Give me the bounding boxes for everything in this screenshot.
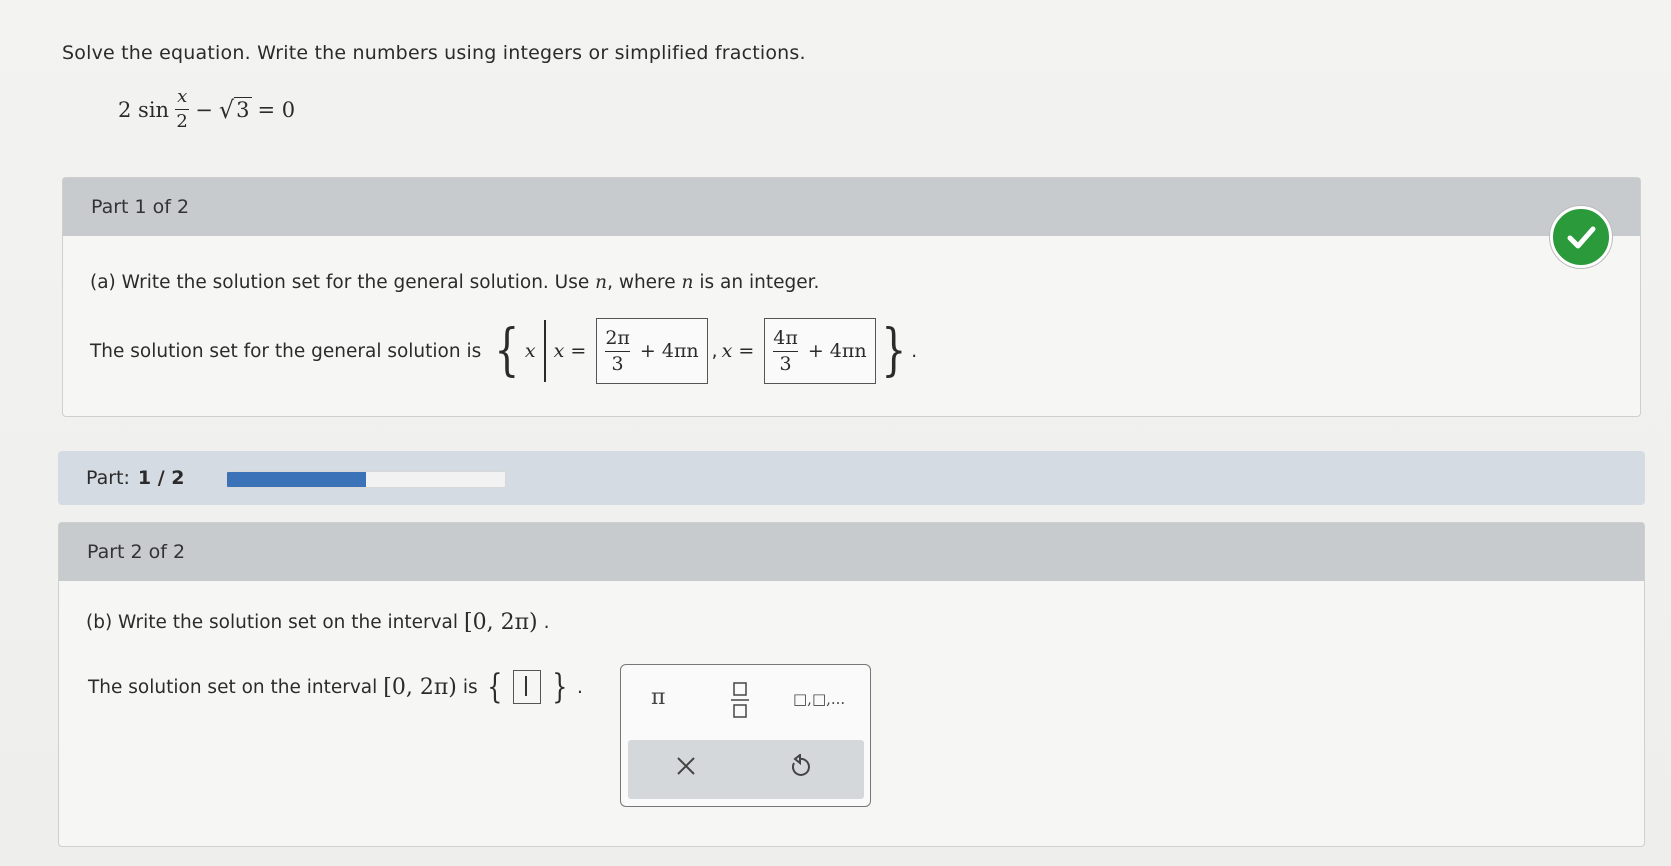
set-builder-bar bbox=[543, 320, 546, 382]
left-brace-icon: { bbox=[494, 318, 520, 383]
equation-minus: − bbox=[195, 97, 213, 122]
answer1-num: 2π bbox=[605, 326, 630, 349]
answer2-tail: + 4πn bbox=[807, 340, 867, 362]
answer-box-2[interactable]: 4π 3 + 4πn bbox=[764, 318, 876, 384]
interval-solution-line: The solution set on the interval [0, 2π)… bbox=[88, 670, 583, 704]
part2-header: Part 2 of 2 bbox=[59, 523, 1644, 581]
answer1-bar bbox=[605, 350, 630, 352]
eq2-label: x = bbox=[721, 340, 755, 362]
text-cursor bbox=[525, 676, 528, 696]
list-icon[interactable]: □,□,... bbox=[793, 690, 845, 708]
general-solution-line: The solution set for the general solutio… bbox=[90, 318, 917, 384]
equation-rhs: = 0 bbox=[257, 97, 296, 122]
part1-header: Part 1 of 2 bbox=[63, 178, 1640, 236]
answer-comma: , bbox=[711, 340, 718, 362]
fraction-numerator: x bbox=[177, 86, 188, 107]
set-variable: x bbox=[524, 340, 536, 362]
progress-value: 1 / 2 bbox=[137, 467, 185, 489]
interval-2: [0, 2π) bbox=[383, 674, 457, 700]
period: . bbox=[911, 340, 918, 362]
answer-input[interactable] bbox=[513, 670, 542, 704]
fraction-icon[interactable] bbox=[729, 681, 751, 725]
answer1-fraction: 2π 3 bbox=[605, 326, 630, 375]
answer1-tail: + 4πn bbox=[639, 340, 699, 362]
part-progress: Part: 1 / 2 bbox=[58, 451, 1645, 505]
fraction-bar bbox=[175, 109, 190, 110]
fraction-denominator: 2 bbox=[176, 111, 188, 132]
answer2-num: 4π bbox=[773, 326, 798, 349]
answer2-den: 3 bbox=[779, 352, 792, 375]
progress-label: Part: bbox=[86, 467, 130, 489]
interval-answer-is: is bbox=[462, 676, 478, 698]
right-brace-icon-2: } bbox=[552, 667, 568, 707]
general-solution-label: The solution set for the general solutio… bbox=[90, 340, 482, 362]
problem-equation: 2 sin x 2 − √ 3 = 0 bbox=[118, 88, 295, 131]
undo-icon[interactable] bbox=[788, 752, 812, 786]
answer1-den: 3 bbox=[611, 352, 624, 375]
question-a-mid: , where bbox=[607, 272, 676, 293]
answer-box-1[interactable]: 2π 3 + 4πn bbox=[596, 318, 708, 384]
clear-icon[interactable] bbox=[674, 754, 698, 784]
answer2-fraction: 4π 3 bbox=[773, 326, 798, 375]
sqrt-icon: √ bbox=[218, 96, 235, 124]
part1-question: (a) Write the solution set for the gener… bbox=[90, 272, 819, 293]
equation-fraction: x 2 bbox=[175, 86, 190, 132]
radicand: 3 bbox=[234, 97, 252, 122]
palette-actions bbox=[628, 740, 864, 799]
question-a-suffix: is an integer. bbox=[699, 272, 820, 293]
question-a-prefix: (a) Write the solution set for the gener… bbox=[90, 272, 590, 293]
question-b-prefix: (b) Write the solution set on the interv… bbox=[86, 612, 459, 633]
interval: [0, 2π) bbox=[464, 610, 538, 635]
progress-track bbox=[226, 471, 506, 488]
var-n: n bbox=[595, 272, 608, 293]
page: Solve the equation. Write the numbers us… bbox=[0, 0, 1671, 866]
pi-button[interactable]: π bbox=[651, 685, 665, 710]
right-brace-icon: } bbox=[880, 318, 906, 383]
check-icon bbox=[1550, 206, 1612, 268]
left-brace-icon-2: { bbox=[486, 667, 503, 707]
answer2-bar bbox=[773, 350, 798, 352]
var-n-2: n bbox=[681, 272, 694, 293]
part2-question: (b) Write the solution set on the interv… bbox=[86, 610, 550, 635]
eq1-label: x = bbox=[553, 340, 587, 362]
question-b-period: . bbox=[543, 612, 550, 633]
progress-fill bbox=[227, 472, 366, 487]
equation-coef: 2 sin bbox=[118, 97, 170, 122]
problem-prompt: Solve the equation. Write the numbers us… bbox=[62, 42, 806, 64]
interval-answer-label: The solution set on the interval bbox=[88, 676, 378, 698]
math-palette: π □,□,... bbox=[620, 664, 871, 807]
period-2: . bbox=[576, 676, 583, 698]
sqrt-expression: √ 3 bbox=[219, 97, 252, 122]
